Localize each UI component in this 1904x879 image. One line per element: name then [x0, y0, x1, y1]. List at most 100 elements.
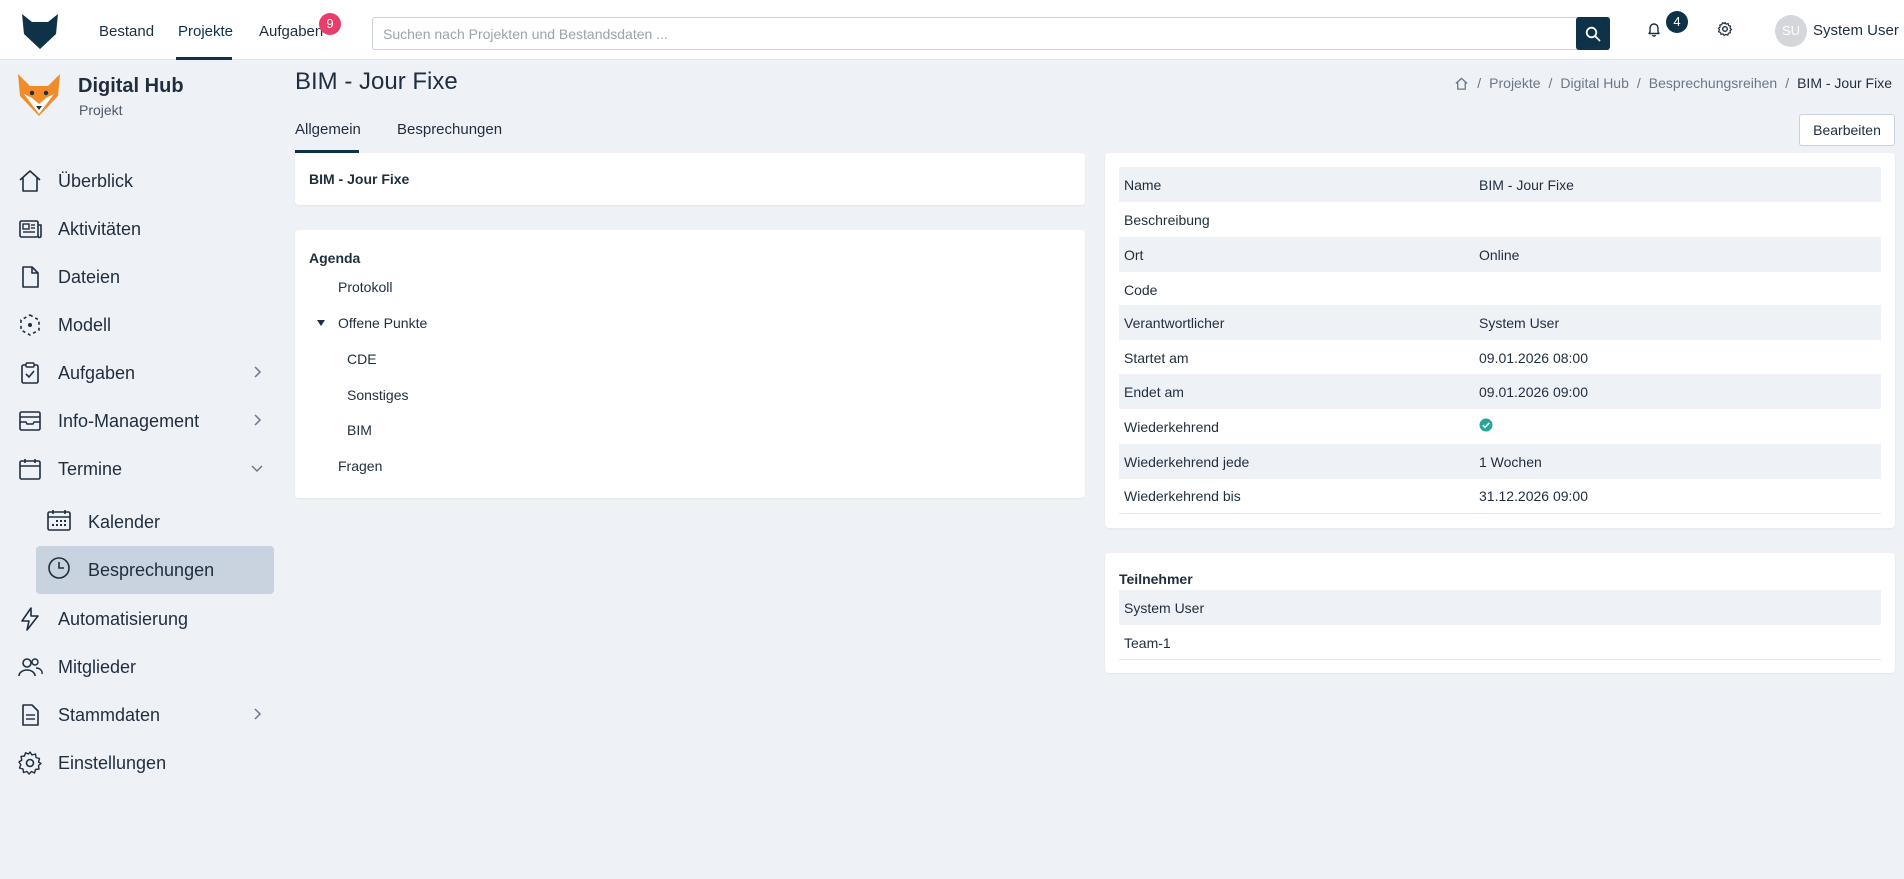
breadcrumb-separator: / — [1785, 75, 1790, 91]
newspaper-icon — [14, 215, 46, 243]
sidebar-item-label: Automatisierung — [58, 608, 189, 629]
sidebar-item-automatisierung[interactable]: Automatisierung — [14, 599, 274, 639]
notifications-button[interactable] — [1644, 19, 1664, 39]
detail-value: BIM - Jour Fixe — [1479, 176, 1574, 193]
participant-name: System User — [1124, 599, 1205, 616]
breadcrumb-besprechungsreihen[interactable]: Besprechungsreihen — [1649, 75, 1777, 91]
nav-bestand[interactable]: Bestand — [99, 23, 154, 40]
page-title: BIM - Jour Fixe — [295, 68, 458, 95]
detail-value: 09.01.2026 09:00 — [1479, 383, 1588, 400]
file-icon — [14, 263, 46, 291]
divider — [1119, 513, 1881, 514]
detail-key: Startet am — [1124, 349, 1189, 366]
gear-icon — [14, 749, 46, 777]
summary-card: BIM - Jour Fixe — [295, 153, 1085, 205]
detail-key: Wiederkehrend jede — [1124, 453, 1250, 470]
breadcrumb-projekte[interactable]: Projekte — [1489, 75, 1540, 91]
sidebar-item-modell[interactable]: Modell — [14, 305, 274, 345]
tasks-count-badge: 9 — [319, 13, 341, 35]
breadcrumb-separator: / — [1477, 75, 1482, 91]
detail-key: Code — [1124, 281, 1158, 298]
sidebar-item-info-management[interactable]: Info-Management — [14, 401, 274, 441]
detail-key: Name — [1124, 176, 1162, 193]
sidebar-item-einstellungen[interactable]: Einstellungen — [14, 743, 274, 783]
sidebar-item-label: Termine — [58, 458, 123, 479]
agenda-item[interactable]: Fragen — [338, 458, 382, 474]
project-subtitle: Projekt — [79, 102, 123, 118]
chevron-right-icon — [254, 708, 262, 720]
sidebar-item-dateien[interactable]: Dateien — [14, 257, 274, 297]
detail-row-wiederkehrend: Wiederkehrend — [1119, 409, 1881, 444]
home-icon[interactable] — [1454, 76, 1469, 91]
participant-row: Team-1 — [1119, 625, 1881, 660]
tab-allgemein[interactable]: Allgemein — [295, 121, 361, 138]
settings-button[interactable] — [1715, 19, 1735, 39]
sidebar-item-besprechungen[interactable]: Besprechungen — [36, 546, 274, 594]
divider — [1119, 659, 1881, 660]
detail-key: Wiederkehrend — [1124, 418, 1219, 435]
gear-icon — [1717, 21, 1733, 37]
sidebar-item-aufgaben[interactable]: Aufgaben — [14, 353, 274, 393]
nav-aufgaben[interactable]: Aufgaben — [259, 23, 323, 40]
detail-value — [1479, 418, 1881, 435]
bolt-icon — [14, 605, 46, 633]
agenda-subitem[interactable]: CDE — [347, 351, 377, 367]
chevron-right-icon — [254, 366, 262, 378]
detail-row-beschreibung: Beschreibung — [1119, 202, 1881, 237]
breadcrumb-separator: / — [1548, 75, 1553, 91]
search-icon — [1585, 26, 1601, 41]
sidebar-item-label: Kalender — [88, 511, 161, 532]
tab-besprechungen[interactable]: Besprechungen — [397, 121, 502, 138]
avatar[interactable]: SU — [1775, 15, 1807, 47]
caret-down-icon[interactable] — [316, 318, 326, 328]
detail-row-ort: Ort Online — [1119, 237, 1881, 272]
clock-icon — [46, 555, 72, 586]
sidebar-item-kalender[interactable]: Kalender — [36, 498, 274, 546]
detail-key: Endet am — [1124, 383, 1184, 400]
clipboard-icon — [14, 359, 46, 387]
nav-projekte[interactable]: Projekte — [178, 23, 233, 40]
agenda-item[interactable]: Protokoll — [338, 279, 392, 295]
sidebar-item-stammdaten[interactable]: Stammdaten — [14, 695, 274, 735]
sidebar-item-mitglieder[interactable]: Mitglieder — [14, 647, 274, 687]
sidebar-item-ueberblick[interactable]: Überblick — [14, 161, 274, 201]
detail-row-name: Name BIM - Jour Fixe — [1119, 167, 1881, 202]
detail-row-wiederkehrend-jede: Wiederkehrend jede 1 Wochen — [1119, 444, 1881, 479]
detail-value: 31.12.2026 09:00 — [1479, 487, 1588, 504]
sidebar-item-label: Info-Management — [58, 410, 200, 431]
participant-name: Team-1 — [1124, 634, 1171, 651]
agenda-subitem[interactable]: BIM — [347, 422, 372, 438]
chevron-right-icon — [254, 414, 262, 426]
sidebar-item-label: Mitglieder — [58, 656, 137, 677]
detail-value: 1 Wochen — [1479, 453, 1542, 470]
agenda-subitem[interactable]: Sonstiges — [347, 387, 408, 403]
breadcrumb-digital-hub[interactable]: Digital Hub — [1560, 75, 1628, 91]
detail-value: Online — [1479, 246, 1520, 263]
search-button[interactable] — [1576, 17, 1610, 50]
user-name[interactable]: System User — [1813, 22, 1899, 39]
sidebar-item-termine[interactable]: Termine — [14, 449, 274, 489]
breadcrumb-separator: / — [1636, 75, 1641, 91]
calendar-grid-icon — [46, 507, 72, 538]
home-icon — [14, 167, 46, 195]
agenda-item[interactable]: Offene Punkte — [338, 315, 427, 331]
sidebar-item-label: Einstellungen — [58, 752, 167, 773]
detail-row-wiederkehrend-bis: Wiederkehrend bis 31.12.2026 09:00 — [1119, 478, 1881, 513]
top-bar: Bestand Projekte Aufgaben 9 4 SU System … — [0, 0, 1904, 60]
search-input[interactable] — [372, 17, 1609, 50]
project-fox-logo-icon — [18, 74, 60, 116]
document-icon — [14, 701, 46, 729]
detail-key: Verantwortlicher — [1124, 314, 1225, 331]
nav-active-underline — [176, 57, 232, 60]
edit-button[interactable]: Bearbeiten — [1799, 114, 1895, 146]
inbox-icon — [14, 407, 46, 435]
bell-icon — [1648, 23, 1660, 37]
project-title: Digital Hub — [78, 75, 184, 97]
users-icon — [14, 653, 46, 681]
check-circle-icon — [1479, 418, 1493, 432]
sidebar-item-label: Überblick — [58, 170, 134, 191]
detail-key: Ort — [1124, 246, 1144, 263]
fox-logo-icon[interactable] — [20, 12, 60, 50]
sidebar-item-aktivitaeten[interactable]: Aktivitäten — [14, 209, 274, 249]
detail-key: Beschreibung — [1124, 211, 1210, 228]
